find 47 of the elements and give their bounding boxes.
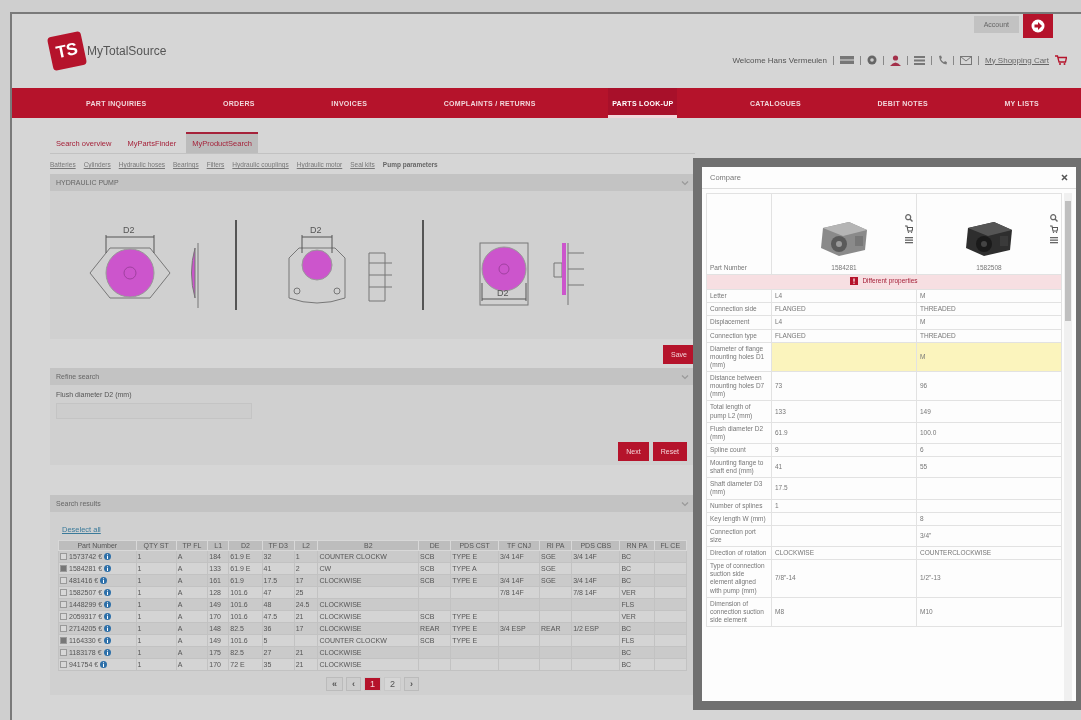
dimension-label: D2 <box>123 224 135 235</box>
row-checkbox[interactable] <box>60 661 67 668</box>
flag-icon[interactable] <box>839 56 854 64</box>
close-icon[interactable] <box>1061 174 1068 181</box>
row-checkbox[interactable] <box>60 613 67 620</box>
row-checkbox[interactable] <box>60 553 67 560</box>
logo-text: MyTotalSource <box>87 44 167 58</box>
row-checkbox[interactable] <box>60 649 67 656</box>
cart-icon[interactable] <box>1055 55 1067 65</box>
warning-icon <box>850 277 859 286</box>
row-checkbox[interactable] <box>60 625 67 632</box>
row-checkbox[interactable] <box>60 637 67 644</box>
scrollbar-thumb[interactable] <box>1065 201 1071 321</box>
info-icon[interactable] <box>104 589 112 596</box>
info-icon[interactable] <box>104 613 112 620</box>
welcome-text: Welcome Hans Vermeulen <box>732 55 827 65</box>
list-icon[interactable] <box>913 55 925 65</box>
phone-icon[interactable] <box>937 55 947 65</box>
list-icon[interactable] <box>905 235 913 244</box>
cart-link[interactable]: My Shopping Cart <box>984 55 1049 65</box>
search-icon[interactable] <box>1050 213 1058 222</box>
info-icon[interactable] <box>104 625 112 632</box>
info-icon[interactable] <box>100 577 108 584</box>
logout-icon <box>1031 19 1045 33</box>
page-number[interactable]: 2 <box>384 677 401 691</box>
info-icon[interactable] <box>100 661 108 668</box>
info-icon[interactable] <box>103 637 111 644</box>
list-icon[interactable] <box>1050 235 1058 244</box>
dimension-label: D2 <box>497 287 509 298</box>
info-icon[interactable] <box>104 553 112 560</box>
dimension-label: D2 <box>310 224 322 235</box>
settings-icon[interactable] <box>866 55 877 65</box>
cart-icon[interactable] <box>1050 224 1058 233</box>
logout-button[interactable] <box>1023 14 1053 38</box>
row-checkbox[interactable] <box>60 577 67 584</box>
page-number[interactable]: 1 <box>364 677 381 691</box>
info-icon[interactable] <box>104 565 112 572</box>
mail-icon[interactable] <box>959 55 972 65</box>
logo-mark: TS <box>46 30 88 72</box>
info-icon[interactable] <box>103 649 111 656</box>
row-checkbox[interactable] <box>60 601 67 608</box>
info-icon[interactable] <box>104 601 112 608</box>
search-icon[interactable] <box>905 213 913 222</box>
row-checkbox[interactable] <box>60 565 67 572</box>
user-icon[interactable] <box>889 54 901 66</box>
row-checkbox[interactable] <box>60 589 67 596</box>
cart-icon[interactable] <box>905 224 913 233</box>
